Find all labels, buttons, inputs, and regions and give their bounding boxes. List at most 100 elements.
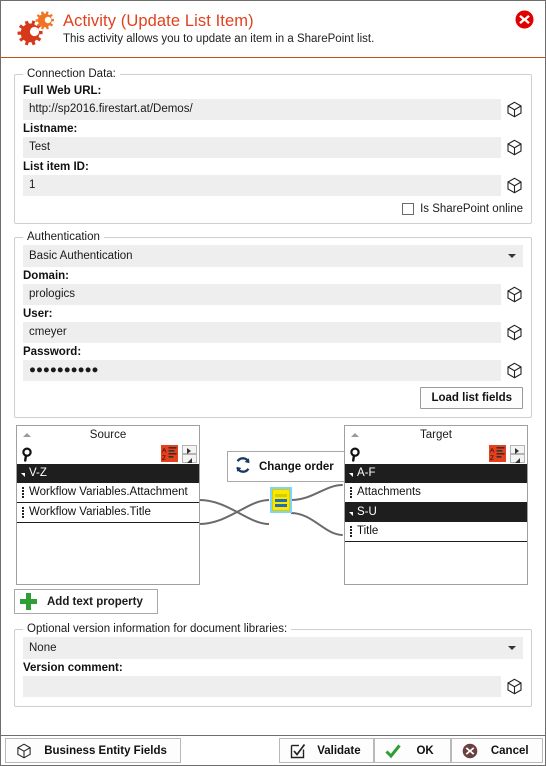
list-item[interactable]: Workflow Variables.Attachment bbox=[17, 483, 199, 503]
validate-label: Validate bbox=[317, 744, 361, 757]
listname-label: Listname: bbox=[23, 123, 78, 135]
group-expand-icon bbox=[349, 472, 353, 477]
validate-button[interactable]: Validate bbox=[279, 738, 374, 763]
source-group-header[interactable]: V-Z bbox=[17, 464, 199, 483]
source-item-label: Workflow Variables.Attachment bbox=[29, 486, 188, 498]
expand-corner-icon[interactable] bbox=[182, 454, 197, 463]
list-item-id-label: List item ID: bbox=[23, 161, 89, 173]
domain-row bbox=[23, 284, 523, 305]
version-info-value: None bbox=[29, 642, 57, 654]
target-item-label: Attachments bbox=[357, 486, 421, 498]
page-title: Activity (Update List Item) bbox=[63, 11, 254, 30]
load-list-fields-button[interactable]: Load list fields bbox=[420, 387, 523, 409]
source-panel-mini-buttons bbox=[182, 445, 197, 463]
sharepoint-online-row: Is SharePoint online bbox=[23, 203, 523, 215]
sort-az-icon[interactable]: A Z bbox=[161, 445, 178, 462]
refresh-icon bbox=[234, 456, 252, 477]
version-comment-label: Version comment: bbox=[23, 662, 123, 674]
cancel-label: Cancel bbox=[490, 744, 529, 757]
version-info-select[interactable]: None bbox=[23, 637, 523, 659]
connection-data-group: Connection Data: Full Web URL: Listname:… bbox=[14, 68, 532, 224]
authentication-group: Authentication Basic Authentication Doma… bbox=[14, 231, 532, 418]
domain-input[interactable] bbox=[23, 284, 501, 305]
version-comment-row bbox=[23, 676, 523, 697]
header-text-block: Activity (Update List Item) This activit… bbox=[63, 12, 374, 47]
user-input[interactable] bbox=[23, 322, 501, 343]
cube-icon[interactable] bbox=[506, 362, 523, 379]
svg-text:A: A bbox=[490, 448, 495, 455]
source-item-label: Workflow Variables.Title bbox=[29, 506, 151, 518]
sort-az-icon[interactable]: A Z bbox=[489, 445, 506, 462]
cancel-button[interactable]: Cancel bbox=[451, 738, 544, 763]
page-subtitle: This activity allows you to update an it… bbox=[63, 32, 375, 45]
cube-icon[interactable] bbox=[506, 139, 523, 156]
authentication-mode-select[interactable]: Basic Authentication bbox=[23, 245, 523, 267]
target-group-header[interactable]: S-U bbox=[345, 503, 527, 522]
change-order-button[interactable]: Change order bbox=[227, 451, 345, 482]
version-info-group: Optional version information for documen… bbox=[14, 623, 532, 707]
add-text-property-button[interactable]: Add text property bbox=[14, 589, 158, 614]
target-item-label: Title bbox=[357, 525, 379, 537]
mapping-node[interactable] bbox=[270, 487, 292, 513]
drag-handle-icon[interactable] bbox=[19, 506, 27, 519]
svg-text:Z: Z bbox=[490, 455, 494, 462]
target-group-label: S-U bbox=[357, 506, 377, 518]
activity-dialog: Activity (Update List Item) This activit… bbox=[0, 0, 546, 766]
target-panel-toolbar: A Z bbox=[345, 444, 527, 464]
target-panel-header: Target bbox=[345, 426, 527, 444]
dialog-footer: Business Entity Fields Validate OK Cance… bbox=[1, 735, 545, 765]
cube-icon[interactable] bbox=[506, 286, 523, 303]
full-web-url-input[interactable] bbox=[23, 99, 501, 120]
target-group-header[interactable]: A-F bbox=[345, 464, 527, 483]
expand-right-icon[interactable] bbox=[182, 445, 197, 454]
target-panel: Target A Z A-F Attachments S-U Title bbox=[344, 425, 528, 585]
is-sharepoint-online-label: Is SharePoint online bbox=[420, 203, 523, 215]
domain-label: Domain: bbox=[23, 270, 69, 282]
target-panel-title: Target bbox=[420, 429, 452, 441]
drag-handle-icon[interactable] bbox=[19, 486, 27, 499]
expand-right-icon[interactable] bbox=[510, 445, 525, 454]
cube-icon[interactable] bbox=[506, 101, 523, 118]
close-circle-icon bbox=[462, 743, 478, 759]
magnifier-icon[interactable] bbox=[349, 446, 364, 462]
ok-button[interactable]: OK bbox=[373, 738, 452, 763]
list-item-id-input[interactable] bbox=[23, 175, 501, 196]
collapse-triangle-icon[interactable] bbox=[351, 433, 359, 437]
cube-icon[interactable] bbox=[506, 177, 523, 194]
dialog-body: Connection Data: Full Web URL: Listname:… bbox=[1, 58, 545, 735]
load-list-fields-row: Load list fields bbox=[23, 387, 523, 409]
list-item[interactable]: Workflow Variables.Title bbox=[17, 503, 199, 523]
list-item[interactable]: Attachments bbox=[345, 483, 527, 503]
business-entity-fields-label: Business Entity Fields bbox=[44, 744, 167, 757]
listname-input[interactable] bbox=[23, 137, 501, 158]
target-panel-mini-buttons bbox=[510, 445, 525, 463]
version-comment-input[interactable] bbox=[23, 676, 501, 697]
close-icon[interactable] bbox=[515, 10, 534, 29]
authentication-legend: Authentication bbox=[27, 231, 100, 243]
group-expand-icon bbox=[21, 472, 25, 477]
source-panel: Source A Z V-Z Workflow Variables.Attach… bbox=[16, 425, 200, 585]
version-info-legend: Optional version information for documen… bbox=[27, 623, 288, 635]
cube-icon[interactable] bbox=[506, 678, 523, 695]
password-input[interactable] bbox=[23, 360, 501, 381]
plus-icon bbox=[20, 593, 37, 610]
drag-handle-icon[interactable] bbox=[347, 525, 355, 538]
magnifier-icon[interactable] bbox=[21, 446, 36, 462]
drag-handle-icon[interactable] bbox=[347, 486, 355, 499]
validate-check-box-icon bbox=[290, 743, 306, 759]
expand-corner-icon[interactable] bbox=[510, 454, 525, 463]
source-group-label: V-Z bbox=[29, 467, 47, 479]
business-entity-fields-button[interactable]: Business Entity Fields bbox=[5, 738, 182, 763]
collapse-triangle-icon[interactable] bbox=[23, 433, 31, 437]
source-panel-title: Source bbox=[89, 429, 127, 441]
add-text-property-label: Add text property bbox=[47, 595, 143, 608]
cube-icon[interactable] bbox=[506, 324, 523, 341]
password-label: Password: bbox=[23, 346, 82, 358]
list-item-id-row bbox=[23, 175, 523, 196]
full-web-url-row bbox=[23, 99, 523, 120]
chevron-down-icon bbox=[508, 254, 516, 258]
list-item[interactable]: Title bbox=[345, 522, 527, 542]
is-sharepoint-online-checkbox[interactable] bbox=[402, 203, 415, 215]
ok-label: OK bbox=[416, 744, 434, 757]
dialog-header: Activity (Update List Item) This activit… bbox=[1, 1, 545, 58]
